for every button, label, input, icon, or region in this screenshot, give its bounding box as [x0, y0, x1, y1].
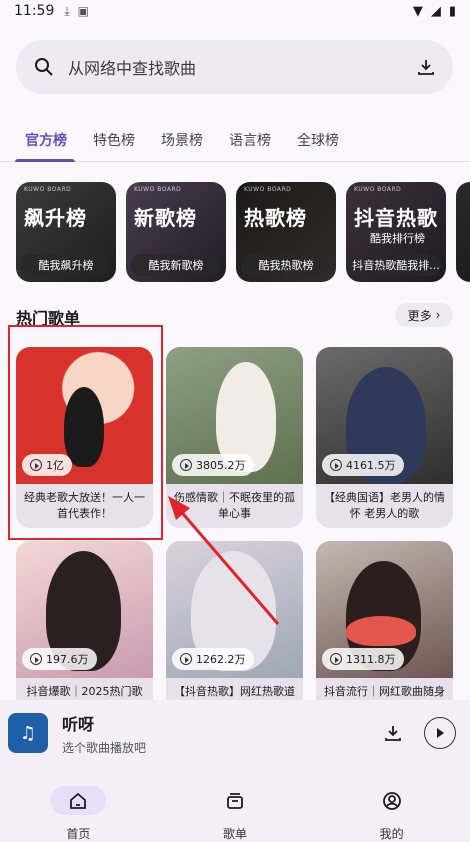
chart-label: 酷我热歌榜 — [241, 254, 331, 276]
brand-mark: KUWO BOARD — [354, 186, 402, 193]
nav-home[interactable]: 首页 — [0, 766, 157, 842]
playlist-cover: 1311.8万 — [316, 541, 453, 678]
chart-title: 热歌榜 — [244, 206, 307, 230]
play-button[interactable] — [424, 717, 456, 749]
mini-player[interactable]: ♫ 听呀 选个歌曲播放吧 — [0, 700, 470, 766]
brand-mark: KUWO BOARD — [244, 186, 292, 193]
chart-label: 酷我飙升榜 — [21, 254, 111, 276]
chart-tabs: 官方榜 特色榜 场景榜 语言榜 全球榜 — [0, 118, 470, 162]
nav-label: 首页 — [66, 827, 91, 841]
chart-card-hot[interactable]: KUWO BOARD 热歌榜 酷我热歌榜 — [236, 182, 336, 282]
chart-title: 新歌榜 — [134, 206, 197, 230]
chart-label: 酷我新歌榜 — [131, 254, 221, 276]
search-placeholder: 从网络中查找歌曲 — [68, 59, 197, 78]
profile-icon — [382, 791, 401, 810]
nav-playlists[interactable]: 歌单 — [157, 766, 314, 842]
download-icon[interactable] — [384, 724, 402, 742]
chart-card-douyin[interactable]: KUWO BOARD 抖音热歌 酷我排行榜 抖音热歌酷我排... — [346, 182, 446, 282]
chevron-right-icon: › — [435, 308, 441, 322]
chart-card-soaring[interactable]: KUWO BOARD 飙升榜 酷我飙升榜 — [16, 182, 116, 282]
tab-scene[interactable]: 场景榜 — [148, 118, 216, 161]
play-icon — [180, 653, 192, 665]
playlist-card[interactable]: 1262.2万 【抖音热歌】网红热歌道道 — [166, 541, 303, 722]
play-icon — [30, 653, 42, 665]
chart-card-new[interactable]: KUWO BOARD 新歌榜 酷我新歌榜 — [126, 182, 226, 282]
nav-label: 我的 — [379, 827, 404, 841]
battery-icon: ▮ — [448, 3, 456, 19]
playlist-card[interactable]: 4161.5万 【经典国语】老男人的情怀 老男人的歌 — [316, 347, 453, 528]
download-status-icon: ⤓ — [64, 3, 70, 18]
tab-language[interactable]: 语言榜 — [216, 118, 284, 161]
chart-title: 抖音热歌 — [354, 206, 438, 230]
nav-label: 歌单 — [223, 827, 248, 841]
more-button[interactable]: 更多 › — [395, 303, 453, 327]
play-count: 3805.2万 — [172, 454, 254, 476]
brand-mark: KUWO BOARD — [134, 186, 182, 193]
search-icon — [35, 58, 53, 76]
chart-card-partial[interactable] — [456, 182, 470, 282]
play-count: 4161.5万 — [322, 454, 404, 476]
playlist-cover: 1262.2万 — [166, 541, 303, 678]
chart-carousel: KUWO BOARD 飙升榜 酷我飙升榜 KUWO BOARD 新歌榜 酷我新歌… — [16, 182, 470, 282]
playlist-card[interactable]: 197.6万 抖音爆歌｜2025热门歌曲 — [16, 541, 153, 722]
player-subtitle: 选个歌曲播放吧 — [62, 740, 147, 755]
play-count: 197.6万 — [22, 648, 97, 670]
tab-official[interactable]: 官方榜 — [0, 118, 80, 162]
play-count: 1311.8万 — [322, 648, 404, 670]
brand-mark: KUWO BOARD — [24, 186, 72, 193]
chart-subtitle: 酷我排行榜 — [370, 232, 425, 245]
play-icon — [437, 728, 444, 738]
nav-profile[interactable]: 我的 — [313, 766, 470, 842]
playlist-cover: 3805.2万 — [166, 347, 303, 484]
play-icon — [330, 653, 342, 665]
search-bar[interactable]: 从网络中查找歌曲 — [16, 40, 453, 94]
signal-icon: ◢ — [430, 3, 441, 19]
tab-featured[interactable]: 特色榜 — [80, 118, 148, 161]
app-logo-icon: ♫ — [8, 713, 48, 753]
download-icon[interactable] — [417, 58, 435, 76]
app-notification-icon: ▣ — [77, 4, 90, 18]
play-icon — [180, 459, 192, 471]
playlist-card[interactable]: 1311.8万 抖音流行｜网红歌曲随身听 — [316, 541, 453, 722]
status-time: 11:59 — [14, 3, 55, 19]
chart-label: 抖音热歌酷我排... — [351, 254, 441, 276]
play-icon — [330, 459, 342, 471]
playlist-card[interactable]: 3805.2万 伤感情歌｜不眠夜里的孤单心事 — [166, 347, 303, 528]
tab-global[interactable]: 全球榜 — [284, 118, 352, 161]
playlist-icon — [227, 792, 243, 809]
playlist-cover: 4161.5万 — [316, 347, 453, 484]
more-label: 更多 — [407, 308, 432, 323]
play-count: 1262.2万 — [172, 648, 254, 670]
home-icon — [70, 792, 87, 809]
chart-title: 飙升榜 — [24, 206, 87, 230]
highlight-box — [8, 325, 163, 540]
playlist-title: 【经典国语】老男人的情怀 老男人的歌 — [324, 491, 445, 520]
bottom-nav: 首页 歌单 我的 — [0, 766, 470, 842]
player-title: 听呀 — [62, 714, 95, 734]
status-bar: 11:59 ⤓ ▣ ▼ ◢ ▮ — [0, 0, 470, 22]
playlist-title: 伤感情歌｜不眠夜里的孤单心事 — [174, 491, 295, 520]
playlist-cover: 197.6万 — [16, 541, 153, 678]
wifi-icon: ▼ — [412, 3, 423, 19]
